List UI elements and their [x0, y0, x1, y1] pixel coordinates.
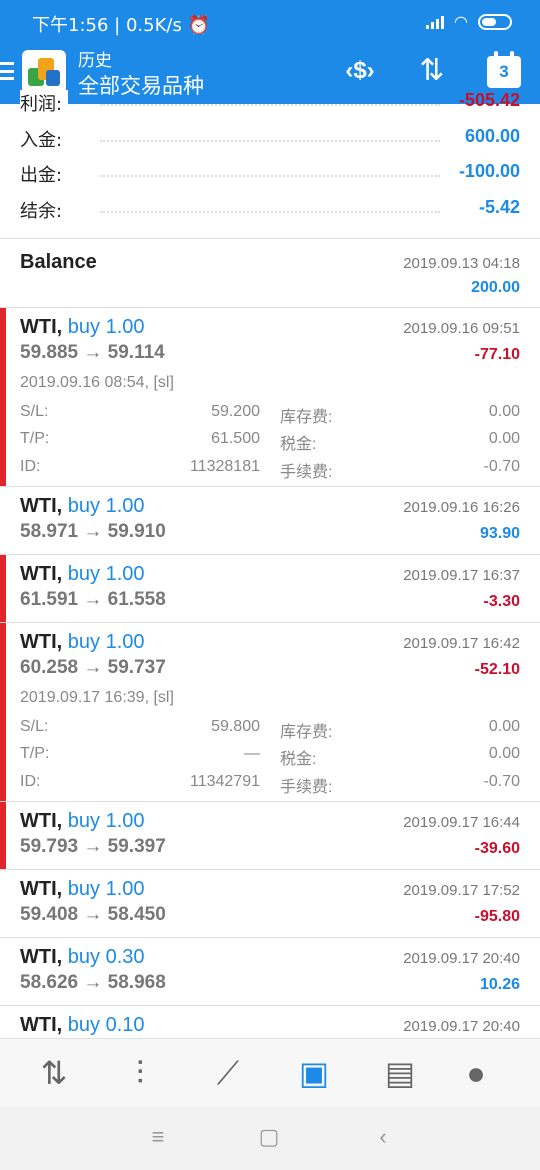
- deal-profit: -77.10: [474, 346, 520, 363]
- deal-row[interactable]: WTI, buy 1.00 59.885 → 59.114 2019.09.16…: [0, 308, 540, 486]
- trade-icon[interactable]: ⟋: [204, 1049, 252, 1097]
- chat-icon[interactable]: ●: [452, 1049, 500, 1097]
- deal-row[interactable]: WTI, buy 1.00 59.793 → 59.397 2019.09.17…: [0, 802, 540, 869]
- deal-row[interactable]: WTI, buy 1.00 61.591 → 61.558 2019.09.17…: [0, 555, 540, 622]
- deal-row[interactable]: WTI, buy 1.00 59.408 → 58.450 2019.09.17…: [0, 870, 540, 937]
- chart-icon[interactable]: ⫶: [116, 1049, 164, 1097]
- balance-amount: 200.00: [471, 279, 520, 296]
- balance-row[interactable]: Balance 2019.09.13 04:18 200.00: [0, 239, 540, 307]
- deal-open-time: 2019.09.16 08:54, [sl]: [20, 374, 174, 391]
- deal-row[interactable]: WTI, buy 0.30 58.626 → 58.968 2019.09.17…: [0, 938, 540, 1005]
- deal-prices: 59.885 → 59.114: [20, 342, 165, 363]
- deal-time: 2019.09.16 09:51: [403, 320, 520, 337]
- bottom-navigation: ⇅ ⫶ ⟋ ▣ ▤ ●: [0, 1038, 540, 1106]
- summary-deposit: 入金: 600.00: [20, 126, 520, 152]
- summary-withdrawal: 出金: -100.00: [20, 161, 520, 187]
- balance-time: 2019.09.13 04:18: [403, 255, 520, 272]
- history-icon[interactable]: ▣: [290, 1049, 338, 1097]
- deal-row[interactable]: WTI, buy 1.00 58.971 → 59.910 2019.09.16…: [0, 487, 540, 554]
- deal-row[interactable]: WTI, buy 0.10 2019.09.17 20:40: [0, 1006, 540, 1038]
- balance-label: Balance: [20, 251, 97, 273]
- deal-row[interactable]: WTI, buy 1.00 60.258 → 59.737 2019.09.17…: [0, 623, 540, 801]
- system-navigation: ≡ ▢ ‹: [0, 1106, 540, 1170]
- summary-balance: 结余: -5.42: [20, 197, 520, 223]
- recent-apps-icon[interactable]: ≡: [143, 1124, 173, 1150]
- quotes-icon[interactable]: ⇅: [30, 1049, 78, 1097]
- home-icon[interactable]: ▢: [254, 1124, 284, 1150]
- news-icon[interactable]: ▤: [376, 1049, 424, 1097]
- back-icon[interactable]: ‹: [368, 1124, 398, 1150]
